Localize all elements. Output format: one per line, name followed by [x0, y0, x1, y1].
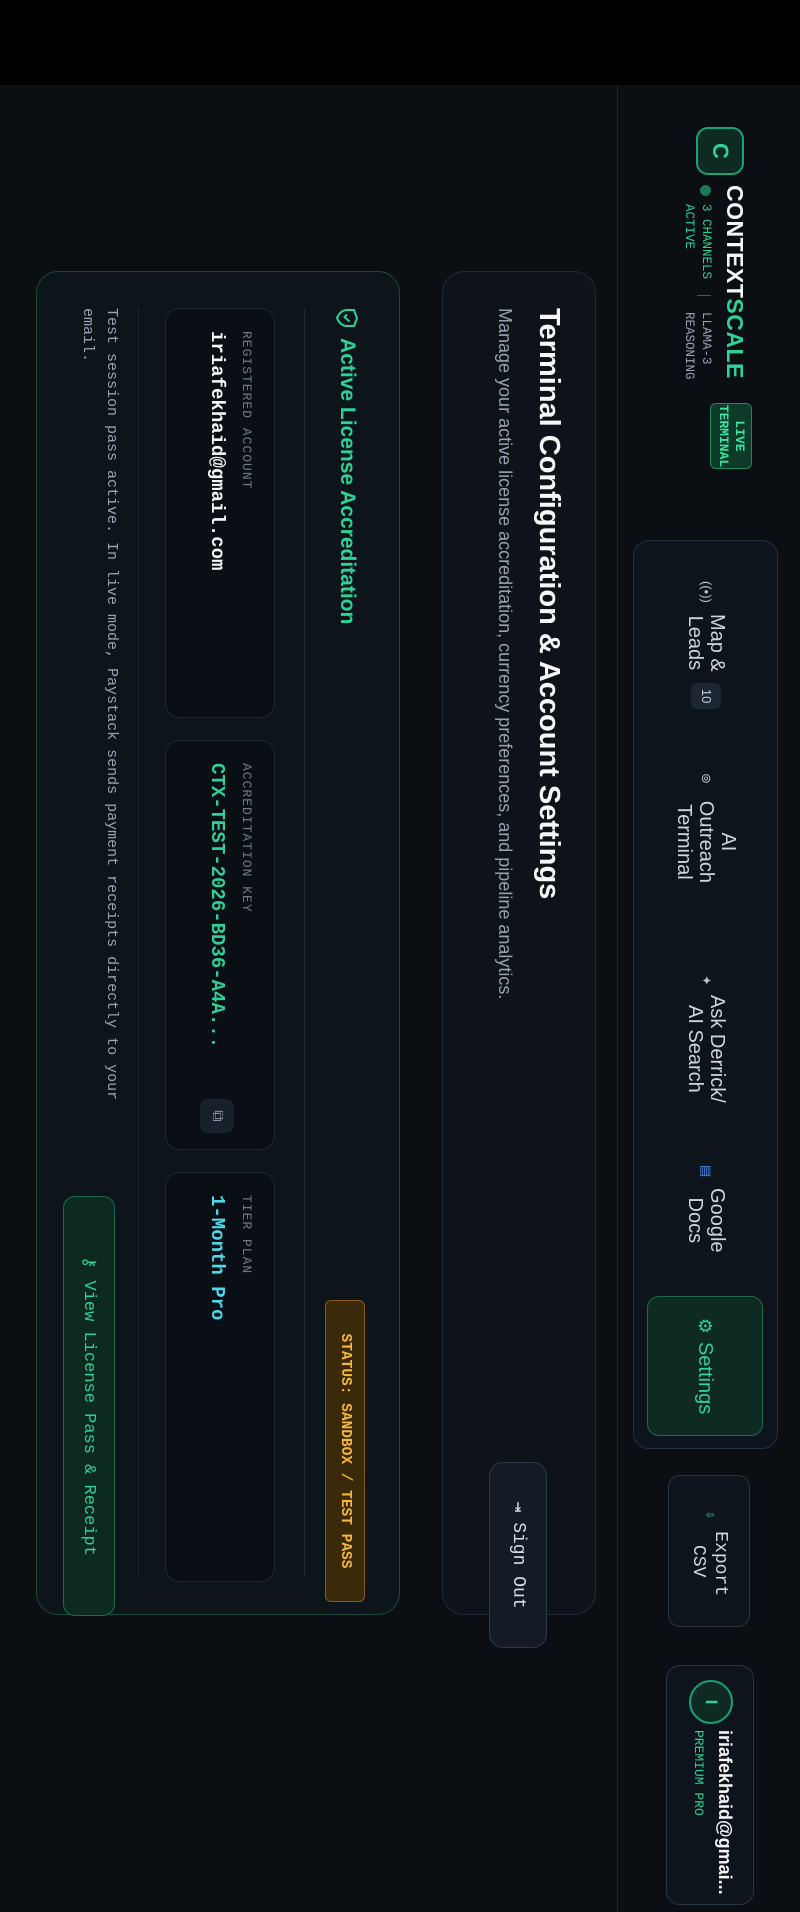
copy-icon[interactable]: ⧉ [200, 1099, 234, 1133]
divider [138, 308, 139, 1578]
model-line2: REASONING [682, 312, 696, 380]
spark-icon: ✦ [699, 975, 714, 986]
signal-icon: ((•)) [699, 581, 714, 603]
field-value: 1-Month Pro [206, 1195, 228, 1321]
accreditation-key-field: ACCREDITATION KEY CTX-TEST-2026-BD36-A4A… [165, 740, 275, 1150]
nav-label: Google Docs [684, 1188, 728, 1253]
tier-plan-field: TIER PLAN 1-Month Pro [165, 1172, 275, 1582]
doc-icon: ▤ [699, 1165, 714, 1178]
status-badge: STATUS: SANDBOX / TEST PASS [325, 1300, 365, 1602]
license-heading-text: Active License Accreditation [336, 338, 359, 625]
nav-item-ai-outreach[interactable]: ⊚ AI Outreach Terminal [649, 773, 763, 963]
nav-item-settings[interactable]: ⚙ Settings [647, 1296, 763, 1436]
gear-icon: ⚙ [695, 1317, 715, 1334]
bot-icon: ⊚ [699, 773, 714, 784]
field-label: TIER PLAN [239, 1195, 254, 1275]
user-menu[interactable]: I iriafekhaid@gmai... PREMIUM PRO [666, 1665, 754, 1905]
main-nav: ((•)) Map & Leads 10 ⊚ AI Outreach Termi… [633, 540, 778, 1449]
channel-status: 3 CHANNELS ACTIVE LLAMA-3 REASONING [680, 185, 714, 380]
divider [697, 295, 711, 297]
top-status-band [0, 0, 800, 85]
app-canvas: C CONTEXTSCALE LIVE TERMINAL 3 CHANNELS … [0, 85, 800, 1912]
channels-text: 3 CHANNELS ACTIVE [680, 204, 714, 279]
live-terminal-badge: LIVE TERMINAL [710, 403, 752, 469]
nav-label: Map & Leads [684, 613, 728, 672]
user-plan: PREMIUM PRO [691, 1730, 706, 1816]
sign-out-icon: ⇥ [507, 1501, 527, 1513]
settings-header-card: Terminal Configuration & Account Setting… [442, 271, 596, 1648]
page-title: Terminal Configuration & Account Setting… [533, 308, 565, 900]
leads-count-badge: 10 [691, 682, 721, 710]
sign-out-button[interactable]: ⇥ Sign Out [489, 1462, 547, 1648]
license-note: Test session pass active. In live mode, … [79, 308, 120, 1101]
page-subtitle: Manage your active license accreditation… [495, 308, 515, 1000]
nav-label: Settings [694, 1341, 716, 1415]
channels-line2: ACTIVE [682, 204, 696, 250]
field-label: REGISTERED ACCOUNT [239, 331, 254, 490]
model-status: LLAMA-3 REASONING [680, 312, 714, 380]
nav-item-ask-derrick[interactable]: ✦ Ask Derrick/ AI Search [649, 975, 763, 1155]
field-value: CTX-TEST-2026-BD36-A4A... [206, 763, 228, 1049]
live-badge-line1: LIVE [732, 420, 747, 452]
nav-item-map-leads[interactable]: ((•)) Map & Leads 10 [649, 581, 763, 761]
key-icon: ⚷ [78, 1256, 98, 1269]
divider [304, 308, 305, 1578]
channels-line1: 3 CHANNELS [699, 204, 713, 280]
sign-out-label: Sign Out [508, 1522, 528, 1609]
shield-check-icon [336, 309, 358, 327]
export-label: Export CSV [688, 1531, 730, 1597]
logo-icon: C [696, 127, 744, 175]
nav-label: Ask Derrick/ AI Search [684, 995, 728, 1103]
user-email: iriafekhaid@gmai... [715, 1730, 735, 1895]
brand-accent: SCALE [722, 298, 748, 379]
nav-item-google-docs[interactable]: ▤ Google Docs [649, 1165, 763, 1305]
field-value: iriafekhaid@gmail.com [206, 331, 228, 571]
download-icon: ⇩ [701, 1510, 717, 1520]
brand-name: CONTEXTSCALE [721, 185, 748, 379]
field-label: ACCREDITATION KEY [239, 763, 254, 913]
license-heading: Active License Accreditation [335, 308, 359, 624]
view-pass-label: View License Pass & Receipt [79, 1280, 99, 1556]
export-csv-button[interactable]: ⇩ Export CSV [668, 1475, 750, 1627]
status-dot-icon [700, 185, 711, 196]
license-card: Active License Accreditation STATUS: SAN… [36, 271, 400, 1616]
nav-label: AI Outreach Terminal [673, 800, 739, 884]
avatar: I [689, 1680, 733, 1724]
brand-main: CONTEXT [722, 185, 748, 299]
registered-account-field: REGISTERED ACCOUNT iriafekhaid@gmail.com [165, 308, 275, 718]
model-line1: LLAMA-3 [699, 312, 713, 365]
app-header: C CONTEXTSCALE LIVE TERMINAL 3 CHANNELS … [617, 85, 800, 1912]
live-badge-line2: TERMINAL [716, 404, 731, 468]
view-license-pass-button[interactable]: ⚷ View License Pass & Receipt [63, 1196, 115, 1616]
